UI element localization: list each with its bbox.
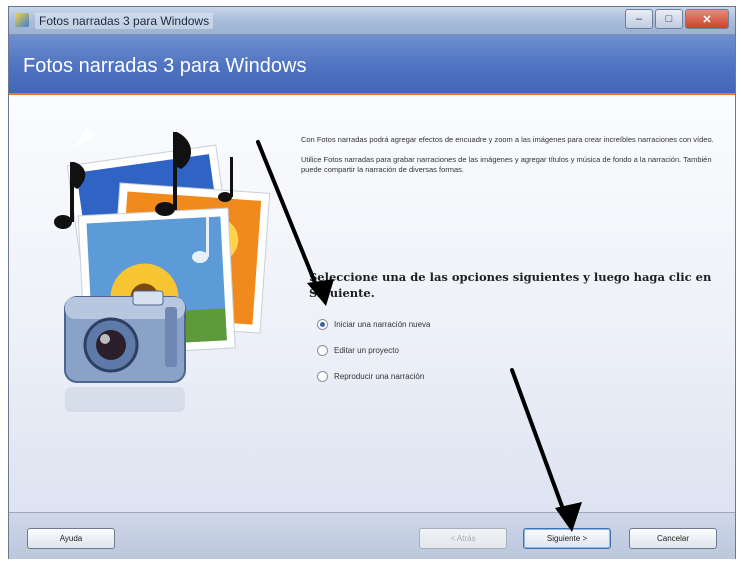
option-new-narration[interactable]: Iniciar una narración nueva bbox=[317, 311, 431, 337]
title-bar[interactable]: Fotos narradas 3 para Windows – □ ✕ bbox=[9, 7, 735, 35]
help-button[interactable]: Ayuda bbox=[27, 528, 115, 549]
description: Con Fotos narradas podrá agregar efectos… bbox=[301, 135, 721, 185]
close-button[interactable]: ✕ bbox=[685, 9, 729, 29]
app-icon bbox=[15, 13, 29, 27]
options-radio-group: Iniciar una narración nueva Editar un pr… bbox=[317, 311, 431, 389]
radio-button[interactable] bbox=[317, 318, 328, 330]
back-button[interactable]: < Atrás bbox=[419, 528, 507, 549]
radio-button[interactable] bbox=[317, 370, 328, 382]
wizard-content: Con Fotos narradas podrá agregar efectos… bbox=[9, 95, 735, 512]
window-controls: – □ ✕ bbox=[625, 9, 729, 29]
option-label: Editar un proyecto bbox=[334, 345, 399, 355]
minimize-button[interactable]: – bbox=[625, 9, 653, 29]
option-edit-project[interactable]: Editar un proyecto bbox=[317, 337, 431, 363]
option-label: Iniciar una narración nueva bbox=[334, 319, 431, 329]
option-label: Reproducir una narración bbox=[334, 371, 425, 381]
photo-story-illustration bbox=[54, 127, 271, 412]
window-title: Fotos narradas 3 para Windows bbox=[35, 13, 214, 29]
wizard-footer: Ayuda < Atrás Siguiente > Cancelar bbox=[9, 512, 735, 559]
header-band: Fotos narradas 3 para Windows bbox=[9, 35, 735, 95]
next-button[interactable]: Siguiente > bbox=[523, 528, 611, 549]
instruction-heading: Seleccione una de las opciones siguiente… bbox=[309, 270, 712, 300]
option-play-narration[interactable]: Reproducir una narración bbox=[317, 363, 431, 389]
wizard-window: Fotos narradas 3 para Windows – □ ✕ Foto… bbox=[8, 6, 736, 559]
description-paragraph: Con Fotos narradas podrá agregar efectos… bbox=[301, 135, 714, 144]
radio-button[interactable] bbox=[317, 344, 328, 356]
description-paragraph: Utilice Fotos narradas para grabar narra… bbox=[301, 155, 712, 174]
cancel-button[interactable]: Cancelar bbox=[629, 528, 717, 549]
maximize-button[interactable]: □ bbox=[655, 9, 683, 29]
page-title: Fotos narradas 3 para Windows bbox=[23, 55, 307, 77]
